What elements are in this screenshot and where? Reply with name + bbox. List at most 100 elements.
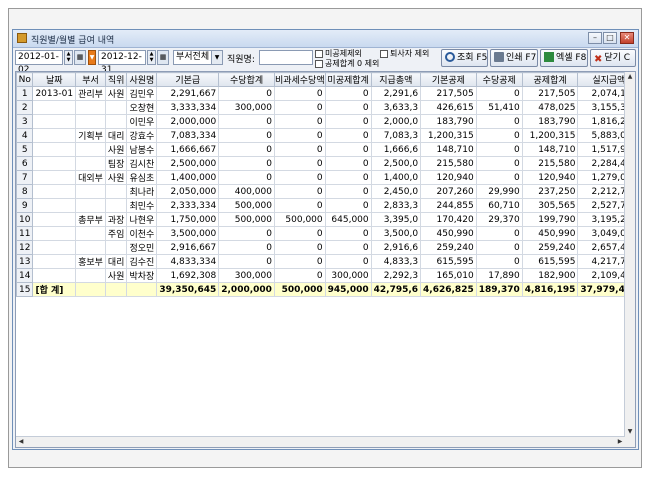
empty-cell bbox=[76, 388, 106, 401]
search-button[interactable]: 조회 F5 bbox=[441, 49, 488, 67]
employee-input[interactable] bbox=[259, 50, 313, 65]
table-row[interactable]: 7 대외부 사원 유심초 1,400,000 0 0 0 1,400,0 120,940 0 120,… bbox=[16, 170, 635, 185]
payroll-window: 직원별/월별 급여 내역 – □ ✕ 2012-01-02 ▲ ▼ ▦ ▼ 201… bbox=[12, 29, 639, 450]
row-number-cell: 2 bbox=[16, 100, 34, 115]
empty-cell bbox=[476, 297, 522, 310]
column-header[interactable]: 공제합계 bbox=[521, 72, 579, 87]
table-cell: 2,292,3 bbox=[370, 268, 422, 283]
date-to-spinner[interactable]: ▲ ▼ bbox=[147, 50, 156, 65]
empty-cell bbox=[371, 297, 420, 310]
exclude-retired-checkbox[interactable] bbox=[380, 50, 388, 58]
table-row[interactable]: 14 사원 박차장 1,692,308 300,000 0 300,000 2,292,3 16… bbox=[16, 268, 635, 283]
table-row[interactable]: 9 최민수 2,333,334 500,000 0 0 2,833,3 244,855 60,7… bbox=[16, 198, 635, 213]
horizontal-scrollbar[interactable]: ◀ ▶ bbox=[16, 436, 625, 447]
empty-cell bbox=[105, 310, 127, 323]
empty-cell bbox=[17, 375, 33, 388]
table-row[interactable]: 6 팀장 김시찬 2,500,000 0 0 0 2,500,0 215,580 0 215,580… bbox=[16, 156, 635, 171]
table-cell: 2,500,000 bbox=[156, 156, 220, 171]
table-cell: 0 bbox=[218, 226, 275, 241]
table-cell bbox=[104, 184, 128, 199]
column-header[interactable]: 수당공제 bbox=[475, 72, 523, 87]
empty-cell bbox=[157, 336, 219, 349]
table-cell: 0 bbox=[218, 128, 275, 143]
column-header[interactable]: 기본급 bbox=[156, 72, 220, 87]
column-header[interactable]: 직위 bbox=[104, 72, 128, 87]
empty-cell bbox=[127, 297, 157, 310]
scroll-right-icon[interactable]: ▶ bbox=[615, 437, 625, 447]
table-cell: 김민우 bbox=[126, 86, 158, 101]
column-header[interactable]: 수당합계 bbox=[218, 72, 275, 87]
empty-cell bbox=[476, 375, 522, 388]
column-header[interactable]: 날짜 bbox=[32, 72, 77, 87]
maximize-button[interactable]: □ bbox=[603, 32, 617, 44]
date-to-calendar-icon[interactable]: ▦ bbox=[157, 50, 169, 65]
column-header[interactable]: 지급총액 bbox=[370, 72, 422, 87]
table-cell: 2,450,0 bbox=[370, 184, 422, 199]
scroll-down-icon[interactable]: ▼ bbox=[625, 427, 635, 437]
table-cell: 남봉수 bbox=[126, 142, 158, 157]
empty-cell bbox=[325, 362, 371, 375]
table-cell: 51,410 bbox=[475, 100, 523, 115]
table-row[interactable]: 13 홍보부 대리 김수진 4,833,334 0 0 0 4,833,3 615,595 0 615… bbox=[16, 254, 635, 269]
table-row[interactable]: 2 오창현 3,333,334 300,000 0 0 3,633,3 426,615 51,4… bbox=[16, 100, 635, 115]
excel-button[interactable]: 엑셀 F8 bbox=[540, 49, 588, 67]
print-button[interactable]: 인쇄 F7 bbox=[490, 49, 538, 67]
close-button[interactable]: ✖ 닫기 C bbox=[590, 49, 636, 67]
table-cell: 0 bbox=[218, 156, 275, 171]
table-row[interactable]: 8 최나라 2,050,000 400,000 0 0 2,450,0 207,260 29,9… bbox=[16, 184, 635, 199]
total-row[interactable]: 15 [합 계] 39,350,645 2,000,000 500,000 945,000… bbox=[16, 282, 635, 297]
table-cell: 165,010 bbox=[420, 268, 477, 283]
table-row[interactable]: 3 이민우 2,000,000 0 0 0 2,000,0 183,790 0 183,790 1,… bbox=[16, 114, 635, 129]
table-cell: 1,400,000 bbox=[156, 170, 220, 185]
table-cell: 426,615 bbox=[420, 100, 477, 115]
empty-cell bbox=[127, 375, 157, 388]
table-cell: 478,025 bbox=[521, 100, 579, 115]
scroll-left-icon[interactable]: ◀ bbox=[16, 437, 26, 447]
exclude-nodeduct-checkbox[interactable] bbox=[315, 50, 323, 58]
table-cell: 0 bbox=[324, 254, 372, 269]
table-row[interactable]: 12 정오민 2,916,667 0 0 0 2,916,6 259,240 0 259,240 2… bbox=[16, 240, 635, 255]
table-row[interactable]: 11 주임 이천수 3,500,000 0 0 0 3,500,0 450,990 0 450,99… bbox=[16, 226, 635, 241]
vertical-scrollbar[interactable]: ▲ ▼ bbox=[624, 72, 635, 447]
date-to-input[interactable]: 2012-12-31 bbox=[98, 50, 146, 75]
empty-cell bbox=[371, 336, 420, 349]
column-header[interactable]: No bbox=[16, 72, 34, 87]
table-cell: 2,050,000 bbox=[156, 184, 220, 199]
table-row[interactable]: 10 총무부 과장 나현우 1,750,000 500,000 500,000 645,000… bbox=[16, 212, 635, 227]
table-cell: 305,565 bbox=[521, 198, 579, 213]
empty-row bbox=[17, 349, 636, 362]
table-row[interactable]: 1 2013-01 관리부 사원 김민우 2,291,667 0 0 0 2,291,6 217,5… bbox=[16, 86, 635, 101]
table-cell: 총무부 bbox=[75, 212, 106, 227]
column-header[interactable]: 미공제합계 bbox=[324, 72, 372, 87]
exclude-zero-checkbox[interactable] bbox=[315, 60, 323, 68]
table-cell: 3,500,000 bbox=[156, 226, 220, 241]
date-from-spinner[interactable]: ▲ ▼ bbox=[64, 50, 73, 65]
column-header[interactable]: 비과세수당액 bbox=[273, 72, 326, 87]
empty-cell bbox=[325, 401, 371, 414]
close-window-button[interactable]: ✕ bbox=[620, 32, 634, 44]
table-row[interactable]: 5 사원 남봉수 1,666,667 0 0 0 1,666,6 148,710 0 148,710… bbox=[16, 142, 635, 157]
empty-cell bbox=[325, 310, 371, 323]
column-header[interactable]: 사원명 bbox=[126, 72, 158, 87]
empty-cell bbox=[76, 323, 106, 336]
table-row[interactable]: 4 기획부 대리 강효수 7,083,334 0 0 0 7,083,3 1,200,315 0 1,… bbox=[16, 128, 635, 143]
table-cell bbox=[126, 282, 158, 297]
table-cell: 17,890 bbox=[475, 268, 523, 283]
table-cell bbox=[32, 226, 77, 241]
scroll-up-icon[interactable]: ▲ bbox=[625, 72, 635, 82]
date-range-toggle-icon[interactable]: ▼ bbox=[88, 50, 96, 65]
table-cell: 217,505 bbox=[420, 86, 477, 101]
date-from-calendar-icon[interactable]: ▦ bbox=[74, 50, 86, 65]
table-cell: 0 bbox=[218, 170, 275, 185]
table-cell: 0 bbox=[324, 86, 372, 101]
table-cell: 237,250 bbox=[521, 184, 579, 199]
table-cell: 4,626,825 bbox=[420, 282, 477, 297]
column-header[interactable]: 기본공제 bbox=[420, 72, 477, 87]
department-select[interactable]: 부서전체 ▼ bbox=[173, 50, 223, 65]
date-from-input[interactable]: 2012-01-02 bbox=[15, 50, 63, 75]
column-header[interactable]: 부서 bbox=[75, 72, 106, 87]
table-cell: 2,916,6 bbox=[370, 240, 422, 255]
empty-cell bbox=[325, 414, 371, 427]
minimize-button[interactable]: – bbox=[588, 32, 602, 44]
table-cell: 사원 bbox=[104, 86, 128, 101]
